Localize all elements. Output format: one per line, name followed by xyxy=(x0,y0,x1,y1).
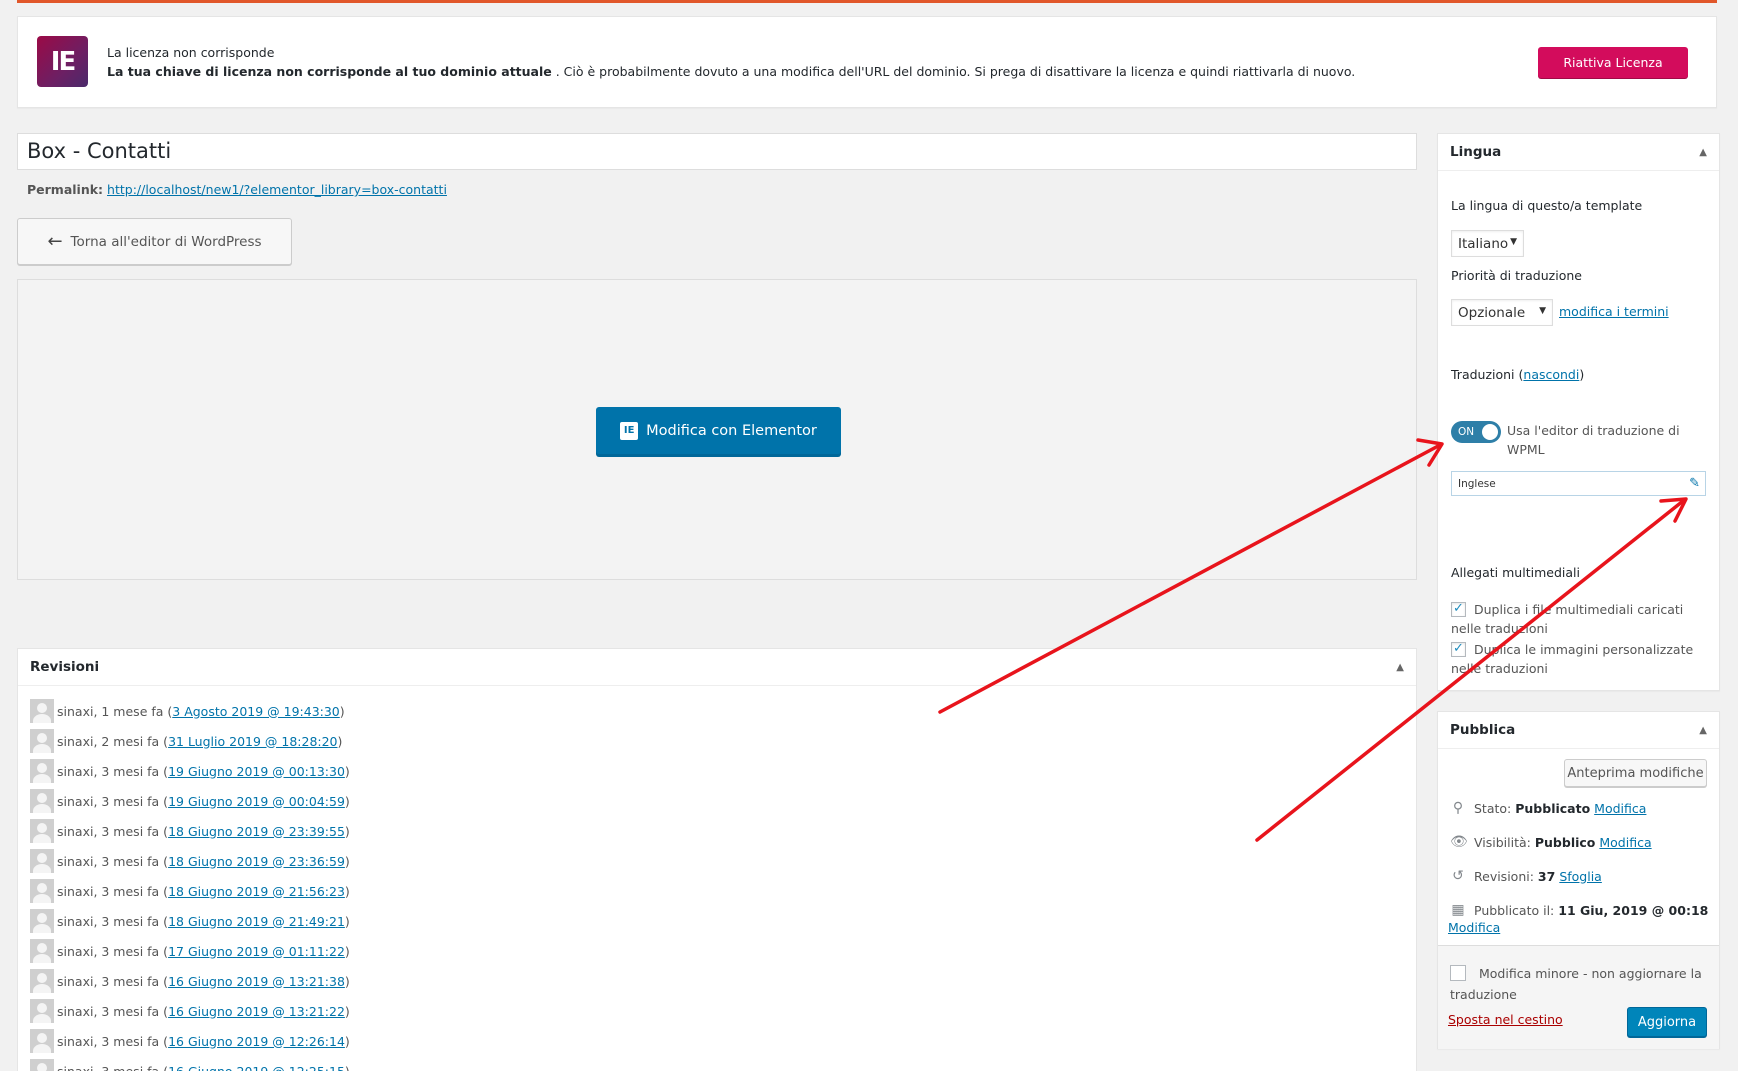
revision-date-link[interactable]: 16 Giugno 2019 @ 13:21:22 xyxy=(168,1004,345,1019)
notice-title: La licenza non corrisponde xyxy=(107,45,275,60)
revision-row: sinaxi, 3 mesi fa (16 Giugno 2019 @ 13:2… xyxy=(30,966,1416,996)
translation-english-field[interactable]: Inglese ✎ xyxy=(1451,471,1706,496)
duplicate-images-label: Duplica le immagini personalizzate nelle… xyxy=(1451,642,1694,676)
back-to-wordpress-editor-button[interactable]: ← Torna all'editor di WordPress xyxy=(17,218,292,265)
edit-date-link[interactable]: Modifica xyxy=(1448,920,1500,935)
pin-icon: ⚲ xyxy=(1452,800,1464,816)
hide-link[interactable]: nascondi xyxy=(1523,367,1579,382)
collapse-triangle-icon[interactable]: ▲ xyxy=(1699,147,1707,158)
collapse-triangle-icon[interactable]: ▲ xyxy=(1699,725,1707,736)
revision-row: sinaxi, 3 mesi fa (18 Giugno 2019 @ 21:4… xyxy=(30,906,1416,936)
preview-changes-button[interactable]: Anteprima modifiche xyxy=(1564,759,1707,787)
revision-row: sinaxi, 3 mesi fa (16 Giugno 2019 @ 13:2… xyxy=(30,996,1416,1026)
avatar xyxy=(30,969,54,993)
revision-date-link[interactable]: 18 Giugno 2019 @ 21:49:21 xyxy=(168,914,345,929)
post-title-input[interactable]: Box - Contatti xyxy=(17,133,1417,170)
avatar xyxy=(30,879,54,903)
avatar xyxy=(30,759,54,783)
revision-date-link[interactable]: 16 Giugno 2019 @ 12:26:14 xyxy=(168,1034,345,1049)
media-title: Allegati multimediali xyxy=(1451,565,1580,580)
revision-date-link[interactable]: 19 Giugno 2019 @ 00:13:30 xyxy=(168,764,345,779)
notice-message: La tua chiave di licenza non corrisponde… xyxy=(107,64,1356,79)
translations-label: Traduzioni (nascondi) xyxy=(1451,367,1585,382)
edit-terms-link[interactable]: modifica i termini xyxy=(1559,304,1669,319)
revision-date-link[interactable]: 18 Giugno 2019 @ 21:56:23 xyxy=(168,884,345,899)
calendar-icon: ▦ xyxy=(1451,902,1465,918)
revision-date-link[interactable]: 18 Giugno 2019 @ 23:36:59 xyxy=(168,854,345,869)
reactivate-license-button[interactable]: Riattiva Licenza xyxy=(1538,47,1688,78)
permalink-link[interactable]: http://localhost/new1/?elementor_library… xyxy=(107,182,447,197)
permalink: Permalink: http://localhost/new1/?elemen… xyxy=(27,182,447,197)
toggle-description: Usa l'editor di traduzione di WPML xyxy=(1507,423,1680,457)
publish-footer: Modifica minore - non aggiornare la trad… xyxy=(1438,945,1719,1049)
language-label: La lingua di questo/a template xyxy=(1451,198,1643,213)
revisions-row: ↺ Revisioni: 37 Sfoglia xyxy=(1450,868,1602,884)
edit-visibility-link[interactable]: Modifica xyxy=(1599,835,1651,850)
revision-row: sinaxi, 3 mesi fa (19 Giugno 2019 @ 00:0… xyxy=(30,786,1416,816)
publish-box-header[interactable]: Pubblica ▲ xyxy=(1438,712,1719,749)
elementor-icon: IE xyxy=(620,421,639,440)
move-to-trash-link[interactable]: Sposta nel cestino xyxy=(1448,1012,1563,1027)
avatar xyxy=(30,699,54,723)
revision-row: sinaxi, 3 mesi fa (17 Giugno 2019 @ 01:1… xyxy=(30,936,1416,966)
elementor-logo-icon: IE xyxy=(37,36,88,87)
revision-row: sinaxi, 1 mese fa (3 Agosto 2019 @ 19:43… xyxy=(30,696,1416,726)
avatar xyxy=(30,1059,54,1071)
avatar xyxy=(30,789,54,813)
avatar xyxy=(30,1029,54,1053)
revision-date-link[interactable]: 16 Giugno 2019 @ 12:25:15 xyxy=(168,1064,345,1071)
published-date-row: ▦ Pubblicato il: 11 Giu, 2019 @ 00:18 xyxy=(1451,902,1709,918)
elementor-editor-area: IE Modifica con Elementor xyxy=(17,279,1417,580)
collapse-triangle-icon[interactable]: ▲ xyxy=(1396,662,1404,673)
browse-revisions-link[interactable]: Sfoglia xyxy=(1559,869,1602,884)
priority-select[interactable]: Opzionale ▼ xyxy=(1451,299,1553,326)
avatar xyxy=(30,909,54,933)
revision-date-link[interactable]: 18 Giugno 2019 @ 23:39:55 xyxy=(168,824,345,839)
eye-icon: 👁 xyxy=(1450,834,1468,850)
minor-edit-label: Modifica minore - non aggiornare la trad… xyxy=(1450,966,1702,1002)
avatar xyxy=(30,819,54,843)
priority-label: Priorità di traduzione xyxy=(1451,268,1582,283)
revisions-list: sinaxi, 1 mese fa (3 Agosto 2019 @ 19:43… xyxy=(18,686,1416,1071)
language-box: Lingua ▲ La lingua di questo/a template … xyxy=(1437,133,1720,691)
caret-down-icon: ▼ xyxy=(1510,237,1517,247)
revision-row: sinaxi, 3 mesi fa (16 Giugno 2019 @ 12:2… xyxy=(30,1026,1416,1056)
avatar xyxy=(30,729,54,753)
pencil-icon[interactable]: ✎ xyxy=(1689,476,1700,491)
revision-date-link[interactable]: 31 Luglio 2019 @ 18:28:20 xyxy=(168,734,337,749)
edit-status-link[interactable]: Modifica xyxy=(1594,801,1646,816)
edit-with-elementor-button[interactable]: IE Modifica con Elementor xyxy=(596,407,841,454)
revisions-header[interactable]: Revisioni ▲ xyxy=(18,649,1416,686)
caret-down-icon: ▼ xyxy=(1539,306,1546,316)
revision-row: sinaxi, 3 mesi fa (18 Giugno 2019 @ 23:3… xyxy=(30,816,1416,846)
revisions-box: Revisioni ▲ sinaxi, 1 mese fa (3 Agosto … xyxy=(17,648,1417,1071)
language-select[interactable]: Italiano ▼ xyxy=(1451,230,1524,257)
revision-row: sinaxi, 3 mesi fa (16 Giugno 2019 @ 12:2… xyxy=(30,1056,1416,1071)
revision-row: sinaxi, 3 mesi fa (18 Giugno 2019 @ 21:5… xyxy=(30,876,1416,906)
avatar xyxy=(30,849,54,873)
arrow-left-icon: ← xyxy=(47,231,63,252)
revision-date-link[interactable]: 19 Giugno 2019 @ 00:04:59 xyxy=(168,794,345,809)
update-button[interactable]: Aggiorna xyxy=(1627,1007,1707,1037)
publish-box: Pubblica ▲ Anteprima modifiche ⚲ Stato: … xyxy=(1437,711,1720,1049)
language-box-header[interactable]: Lingua ▲ xyxy=(1438,134,1719,171)
revision-row: sinaxi, 2 mesi fa (31 Luglio 2019 @ 18:2… xyxy=(30,726,1416,756)
revision-row: sinaxi, 3 mesi fa (18 Giugno 2019 @ 23:3… xyxy=(30,846,1416,876)
license-notice: IE La licenza non corrisponde La tua chi… xyxy=(17,16,1717,108)
revision-date-link[interactable]: 16 Giugno 2019 @ 13:21:38 xyxy=(168,974,345,989)
avatar xyxy=(30,939,54,963)
translation-editor-toggle[interactable]: ON xyxy=(1451,421,1501,443)
top-accent-line xyxy=(17,0,1717,3)
revision-row: sinaxi, 3 mesi fa (19 Giugno 2019 @ 00:1… xyxy=(30,756,1416,786)
revision-date-link[interactable]: 17 Giugno 2019 @ 01:11:22 xyxy=(168,944,345,959)
visibility-row: 👁 Visibilità: Pubblico Modifica xyxy=(1450,834,1652,850)
revision-date-link[interactable]: 3 Agosto 2019 @ 19:43:30 xyxy=(172,704,340,719)
duplicate-media-label: Duplica i file multimediali caricati nel… xyxy=(1451,602,1684,636)
status-row: ⚲ Stato: Pubblicato Modifica xyxy=(1450,800,1647,816)
avatar xyxy=(30,999,54,1023)
history-icon: ↺ xyxy=(1452,868,1464,884)
